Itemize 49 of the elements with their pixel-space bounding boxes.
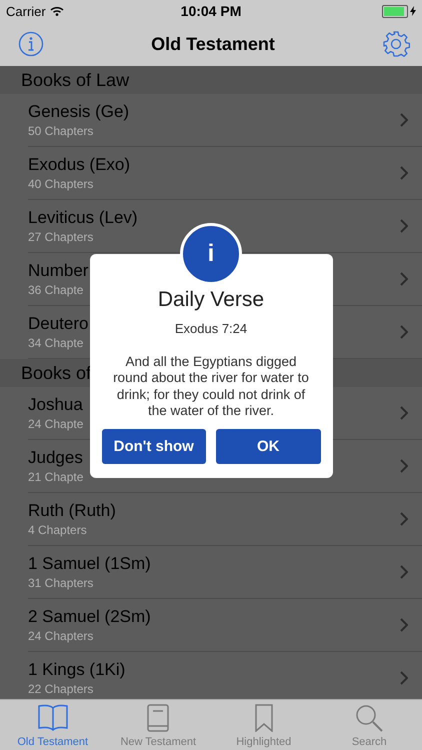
bookmark-icon: [254, 704, 273, 732]
chevron-icon: [400, 272, 408, 286]
battery-icon: [382, 4, 408, 18]
book-title[interactable]: Exodus (Exo): [28, 155, 400, 175]
chevron-icon: [400, 565, 408, 579]
charging-icon: [410, 6, 416, 16]
dialog-button[interactable]: OK: [216, 428, 320, 464]
section-header: Books of Law: [0, 66, 422, 94]
tab-item[interactable]: Search: [316, 700, 422, 750]
chapter-count: 4 Chapters: [28, 523, 88, 537]
chevron-icon: [400, 671, 408, 685]
carrier-label: Carrier: [6, 4, 46, 18]
status-time: 10:04 PM: [180, 3, 242, 19]
chapter-count: 34 Chapte: [28, 336, 84, 350]
book-title[interactable]: 2 Samuel (2Sm): [28, 607, 400, 627]
nav-title: Old Testament: [151, 34, 275, 54]
chevron-icon: [400, 618, 408, 632]
tab-item[interactable]: Highlighted: [211, 700, 316, 750]
book-title[interactable]: Genesis (Ge): [28, 102, 400, 122]
chevron-icon: [400, 166, 408, 180]
book-icon: [147, 704, 170, 732]
book-title[interactable]: Ruth (Ruth): [28, 501, 400, 521]
chevron-icon: [400, 406, 408, 420]
chapter-count: 36 Chapte: [28, 283, 84, 297]
chapter-count: 31 Chapters: [28, 576, 94, 590]
wifi-icon: [50, 6, 64, 16]
book-title[interactable]: 1 Kings (1Ki): [28, 660, 400, 680]
chapter-count: 40 Chapters: [28, 177, 94, 191]
dialog-title: Daily Verse: [158, 288, 264, 312]
chapter-count: 21 Chapte: [28, 470, 84, 484]
chevron-icon: [400, 325, 408, 339]
chevron-icon: [400, 113, 408, 127]
chapter-count: 24 Chapters: [28, 629, 94, 643]
chevron-icon: [400, 459, 408, 473]
dialog-button[interactable]: Don't show: [102, 428, 206, 464]
chapter-count: 27 Chapters: [28, 230, 94, 244]
tab-item[interactable]: New Testament: [106, 700, 211, 750]
chevron-icon: [400, 512, 408, 526]
chevron-icon: [400, 219, 408, 233]
info-button[interactable]: [18, 31, 44, 57]
chapter-count: 50 Chapters: [28, 124, 94, 138]
tab-item[interactable]: Old Testament: [0, 700, 106, 750]
search-icon: [355, 704, 384, 732]
verse-reference: Exodus 7:24: [174, 321, 248, 336]
open-book-icon: [36, 704, 69, 732]
book-title[interactable]: 1 Samuel (1Sm): [28, 554, 400, 574]
settings-button[interactable]: [382, 30, 410, 58]
chapter-count: 24 Chapte: [28, 417, 84, 431]
chapter-count: 22 Chapters: [28, 682, 94, 696]
